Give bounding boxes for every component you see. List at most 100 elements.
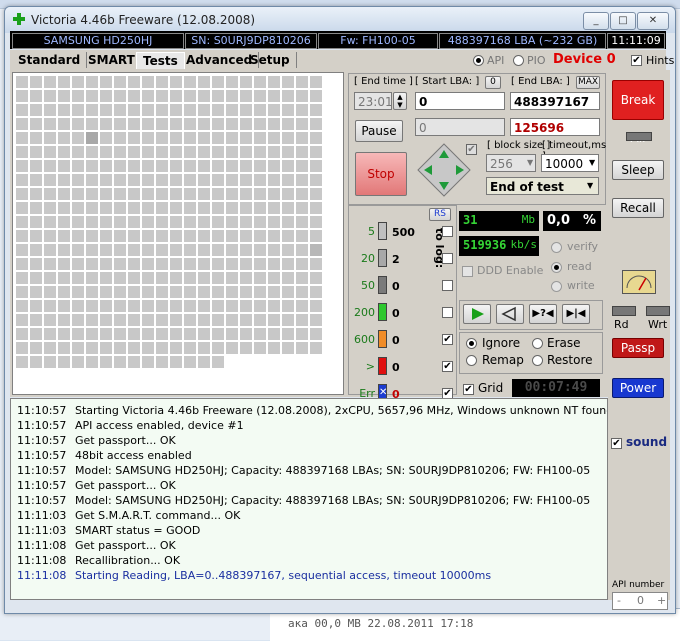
verify-radio[interactable] xyxy=(551,242,562,253)
ddd-enable-checkbox[interactable] xyxy=(462,266,473,277)
grid-checkbox[interactable]: ✔ xyxy=(463,384,474,395)
sleep-button[interactable]: Sleep xyxy=(612,160,664,180)
power-button[interactable]: Power xyxy=(612,378,664,398)
block-size-label: [ block size ] xyxy=(487,140,551,151)
threshold-log-checkbox[interactable] xyxy=(442,226,453,237)
end-time-field[interactable]: 23:01 xyxy=(354,92,393,110)
threshold-log-checkbox[interactable]: ✔ xyxy=(442,361,453,372)
scan-block xyxy=(142,314,154,326)
scan-block xyxy=(310,90,322,102)
start-lba-zero-button[interactable]: 0 xyxy=(485,76,501,89)
scan-block xyxy=(282,258,294,270)
minimize-button[interactable]: _ xyxy=(583,12,609,30)
direction-pad-icon[interactable] xyxy=(416,142,472,198)
scan-block xyxy=(184,216,196,228)
stop-button[interactable]: Stop xyxy=(355,152,407,196)
scan-block xyxy=(72,300,84,312)
scan-block xyxy=(128,258,140,270)
end-button[interactable]: ▶|◀ xyxy=(562,304,590,324)
scan-block xyxy=(86,216,98,228)
rewind-button[interactable] xyxy=(496,304,524,324)
passp-button[interactable]: Passp xyxy=(612,338,664,358)
threshold-log-checkbox[interactable]: ✔ xyxy=(442,334,453,345)
device-label[interactable]: Device 0 xyxy=(553,52,616,67)
sound-checkbox[interactable]: ✔ xyxy=(611,438,622,449)
tab-setup[interactable]: Setup xyxy=(244,52,297,68)
end-lba-max-button[interactable]: MAX xyxy=(576,76,600,89)
start-lba-field[interactable]: 0 xyxy=(415,92,505,110)
elapsed-timer: 00:07:49 xyxy=(512,379,600,397)
api-number-plus[interactable]: + xyxy=(657,594,666,607)
scan-block xyxy=(58,174,70,186)
write-radio[interactable] xyxy=(551,281,562,292)
play-button[interactable] xyxy=(463,304,491,324)
gauge-meter-icon xyxy=(622,270,656,294)
scan-block xyxy=(254,76,266,88)
end-action-select[interactable]: End of test xyxy=(486,177,599,195)
scan-block xyxy=(16,230,28,242)
scan-block xyxy=(226,244,238,256)
scan-block xyxy=(226,160,238,172)
rd-label: Rd xyxy=(614,318,629,331)
scan-block xyxy=(226,132,238,144)
direction-checkbox[interactable]: ✔ xyxy=(466,144,477,155)
end-action-dropdown-icon: ▼ xyxy=(587,181,594,190)
play-icon xyxy=(472,308,484,320)
api-radio[interactable] xyxy=(473,55,484,66)
pio-radio[interactable] xyxy=(513,55,524,66)
event-log[interactable]: 11:10:57 Starting Victoria 4.46b Freeware… xyxy=(10,398,608,600)
scan-block xyxy=(310,174,322,186)
victoria-app-icon xyxy=(13,13,25,25)
ignore-radio[interactable] xyxy=(466,338,477,349)
log-text: Starting Reading, LBA=0..488397167, sequ… xyxy=(75,569,492,582)
scan-block xyxy=(44,146,56,158)
tab-standard[interactable]: Standard xyxy=(12,52,88,68)
threshold-log-checkbox[interactable] xyxy=(442,280,453,291)
scan-block xyxy=(282,328,294,340)
scan-block xyxy=(156,286,168,298)
pause-button[interactable]: Pause xyxy=(355,120,403,142)
scan-block xyxy=(170,174,182,186)
tab-tests[interactable]: Tests xyxy=(136,52,185,69)
scan-block xyxy=(114,174,126,186)
scan-block xyxy=(240,342,252,354)
scan-block xyxy=(240,188,252,200)
skip-back-button[interactable]: ▶?◀ xyxy=(529,304,557,324)
restore-radio[interactable] xyxy=(532,355,543,366)
scan-block xyxy=(156,174,168,186)
api-number-minus[interactable]: - xyxy=(617,594,621,607)
scan-block xyxy=(268,272,280,284)
scan-block xyxy=(58,272,70,284)
scan-block xyxy=(310,314,322,326)
tab-smart[interactable]: SMART xyxy=(82,52,142,68)
scan-block xyxy=(310,258,322,270)
hints-checkbox[interactable]: ✔ xyxy=(631,55,642,66)
scan-block xyxy=(128,118,140,130)
end-time-spinner[interactable]: ▲ ▼ xyxy=(393,92,407,110)
end-lba-field[interactable]: 488397167 xyxy=(510,92,600,110)
scan-block xyxy=(100,286,112,298)
scan-block xyxy=(156,202,168,214)
log-time: 11:11:03 xyxy=(17,509,67,522)
scan-block xyxy=(296,146,308,158)
scan-block xyxy=(170,104,182,116)
remap-radio[interactable] xyxy=(466,355,477,366)
threshold-count: 0 xyxy=(392,280,400,293)
read-radio[interactable] xyxy=(551,262,562,273)
threshold-log-checkbox[interactable] xyxy=(442,253,453,264)
title-bar[interactable]: Victoria 4.46b Freeware (12.08.2008) _ □… xyxy=(5,7,675,33)
restore-label: Restore xyxy=(547,353,593,367)
close-button[interactable]: ✕ xyxy=(637,12,669,30)
scan-block xyxy=(268,174,280,186)
maximize-button[interactable]: □ xyxy=(610,12,636,30)
recall-button[interactable]: Recall xyxy=(612,198,664,218)
scan-block xyxy=(114,104,126,116)
scan-block xyxy=(198,272,210,284)
api-number-stepper[interactable]: - 0 + xyxy=(612,592,668,610)
erase-radio[interactable] xyxy=(532,338,543,349)
break-all-button[interactable]: Break All xyxy=(612,80,664,145)
scan-block xyxy=(86,174,98,186)
scan-block xyxy=(100,160,112,172)
scan-block xyxy=(30,174,42,186)
threshold-log-checkbox[interactable] xyxy=(442,307,453,318)
